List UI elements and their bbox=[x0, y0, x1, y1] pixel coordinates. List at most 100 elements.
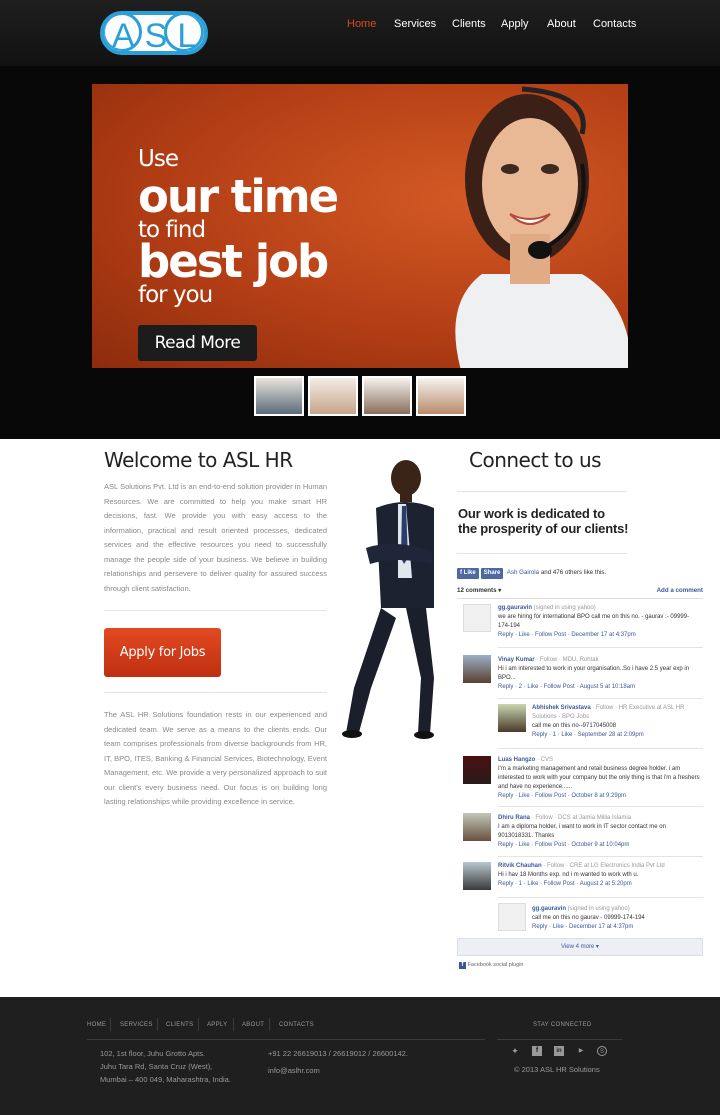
separator bbox=[157, 1018, 158, 1031]
asl-logo[interactable]: ASL bbox=[100, 11, 208, 55]
tagline: Our work is dedicated to the prosperity … bbox=[458, 506, 648, 536]
footer-divider bbox=[497, 1039, 622, 1040]
logo-text: ASL bbox=[112, 17, 207, 55]
nav-home[interactable]: Home bbox=[347, 18, 376, 30]
hero-woman-image bbox=[455, 86, 628, 368]
youtube-icon[interactable]: ▶ bbox=[576, 1046, 586, 1056]
comment-text: I'm a marketing management and retail bu… bbox=[498, 766, 700, 790]
avatar[interactable] bbox=[463, 655, 491, 683]
divider bbox=[457, 491, 627, 492]
commenter-meta: · Follow · CRE at LG Electronics India P… bbox=[541, 863, 665, 869]
hero-line-4: best job bbox=[138, 235, 329, 288]
comment-actions[interactable]: Reply · 1 · Like · Follow Post · August … bbox=[498, 880, 698, 889]
hero-line-2: our time bbox=[138, 170, 339, 223]
avatar[interactable] bbox=[463, 813, 491, 841]
comment-actions[interactable]: Reply · Like · Follow Post · December 17… bbox=[498, 631, 698, 640]
fb-like-button[interactable]: f Like bbox=[457, 568, 479, 579]
slide-thumbnail[interactable] bbox=[416, 376, 466, 416]
slide-thumbnail[interactable] bbox=[254, 376, 304, 416]
footer-nav-home[interactable]: HOME bbox=[87, 1022, 106, 1028]
slide-thumbnail[interactable] bbox=[308, 376, 358, 416]
footer-nav-services[interactable]: SERVICES bbox=[120, 1022, 153, 1028]
avatar[interactable] bbox=[498, 704, 526, 732]
separator bbox=[198, 1018, 199, 1031]
fb-like-label: Like bbox=[463, 570, 476, 576]
commenter-name[interactable]: Luas Hangzo bbox=[498, 757, 535, 763]
footer-phone: +91 22 26619013 / 26619012 / 26600142. bbox=[268, 1049, 408, 1058]
apply-for-jobs-button[interactable]: Apply for Jobs bbox=[104, 628, 221, 677]
footer-email[interactable]: info@aslhr.com bbox=[268, 1064, 320, 1077]
footer-divider bbox=[87, 1039, 485, 1040]
tagline-line-2: the prosperity of our clients! bbox=[458, 521, 629, 536]
welcome-intro-text: ASL Solutions Pvt. Ltd is an end-to-end … bbox=[104, 482, 327, 593]
linkedin-icon[interactable]: in bbox=[554, 1046, 564, 1056]
footer-nav-apply[interactable]: APPLY bbox=[207, 1022, 227, 1028]
businessman-image bbox=[342, 460, 434, 739]
separator bbox=[233, 1018, 234, 1031]
avatar[interactable] bbox=[463, 604, 491, 632]
comment-item: Luas Hangzo · CVS I'm a marketing manage… bbox=[498, 756, 703, 801]
commenter-meta: · Follow · MDU, Rohtak bbox=[534, 657, 599, 663]
footer-nav-clients[interactable]: CLIENTS bbox=[166, 1022, 193, 1028]
commenter-name[interactable]: Ritvik Chauhan bbox=[498, 863, 542, 869]
address-line-2: Juhu Tara Rd, Santa Cruz (West), bbox=[100, 1062, 213, 1071]
nav-contacts[interactable]: Contacts bbox=[593, 18, 636, 30]
divider bbox=[498, 856, 703, 857]
twitter-icon[interactable]: ✦ bbox=[510, 1046, 520, 1056]
nav-about[interactable]: About bbox=[547, 18, 576, 30]
comments-count[interactable]: 12 comments ▾ bbox=[457, 587, 501, 594]
slide-thumbnail[interactable] bbox=[362, 376, 412, 416]
commenter-name[interactable]: gg.gauravin bbox=[532, 906, 566, 912]
divider bbox=[498, 748, 703, 749]
facebook-icon: f bbox=[459, 962, 466, 969]
fb-share-button[interactable]: Share bbox=[480, 568, 504, 579]
divider bbox=[104, 692, 327, 693]
comment-actions[interactable]: Reply · Like · December 17 at 4:37pm bbox=[532, 923, 700, 932]
comment-actions[interactable]: Reply · 1 · Like · September 28 at 2:09p… bbox=[532, 731, 700, 740]
hero-banner: Use our time to find best job for you Re… bbox=[92, 84, 628, 368]
commenter-name[interactable]: Abhishek Srivastava bbox=[532, 705, 591, 711]
copyright: © 2013 ASL HR Solutions bbox=[514, 1065, 600, 1074]
separator bbox=[269, 1018, 270, 1031]
comment-text: I am a diploma holder, i want to work in… bbox=[498, 824, 666, 839]
commenter-meta: (signed in using yahoo) bbox=[566, 906, 630, 912]
hero-line-5: for you bbox=[138, 282, 213, 308]
commenter-meta: · CVS bbox=[535, 757, 554, 763]
footer-nav-about[interactable]: ABOUT bbox=[242, 1022, 264, 1028]
welcome-team-text: The ASL HR Solutions foundation rests in… bbox=[104, 710, 327, 806]
skype-icon[interactable]: S bbox=[597, 1046, 607, 1056]
avatar[interactable] bbox=[463, 862, 491, 890]
nav-apply[interactable]: Apply bbox=[501, 18, 529, 30]
view-more-comments-button[interactable]: View 4 more ▾ bbox=[457, 938, 703, 956]
comment-text: we are hiring for international BPO call… bbox=[498, 614, 690, 629]
comment-actions[interactable]: Reply · Like · Follow Post · October 9 a… bbox=[498, 841, 698, 850]
avatar[interactable] bbox=[463, 756, 491, 784]
commenter-name[interactable]: Dhiru Rana bbox=[498, 815, 530, 821]
add-comment-link[interactable]: Add a comment bbox=[657, 587, 703, 594]
footer-nav-contacts[interactable]: CONTACTS bbox=[279, 1022, 314, 1028]
commenter-name[interactable]: gg.gauravin bbox=[498, 605, 532, 611]
nav-clients[interactable]: Clients bbox=[452, 18, 486, 30]
fb-liker-name[interactable]: Ash Gairola bbox=[507, 569, 539, 576]
divider bbox=[498, 647, 703, 648]
commenter-name[interactable]: Vinay Kumar bbox=[498, 657, 535, 663]
comment-item: Vinay Kumar · Follow · MDU, Rohtak Hi i … bbox=[498, 656, 698, 692]
divider bbox=[498, 806, 703, 807]
avatar[interactable] bbox=[498, 903, 526, 931]
address-line-1: 102, 1st floor, Juhu Grotto Apts. bbox=[100, 1049, 206, 1058]
divider bbox=[498, 698, 703, 699]
facebook-icon[interactable]: f bbox=[532, 1046, 542, 1056]
read-more-button[interactable]: Read More bbox=[138, 325, 257, 361]
comment-text: Hi i hav 18 Months exp. nd i m wanted to… bbox=[498, 872, 639, 878]
commenter-meta: · Follow · DCS at Jamia Millia Islamia bbox=[530, 815, 632, 821]
fb-like-count-text: and 476 others like this. bbox=[539, 569, 607, 576]
comment-item: Dhiru Rana · Follow · DCS at Jamia Milli… bbox=[498, 814, 698, 850]
divider bbox=[498, 897, 703, 898]
comment-actions[interactable]: Reply · 2 · Like · Follow Post · August … bbox=[498, 683, 698, 692]
fb-comments-header: 12 comments ▾ Add a comment bbox=[457, 587, 703, 599]
nav-services[interactable]: Services bbox=[394, 18, 436, 30]
comment-text: Hi i am interested to work in your organ… bbox=[498, 666, 690, 681]
separator bbox=[110, 1018, 111, 1031]
comment-actions[interactable]: Reply · Like · Follow Post · October 8 a… bbox=[498, 792, 703, 801]
fb-plugin-label[interactable]: f Facebook social plugin bbox=[459, 962, 523, 969]
